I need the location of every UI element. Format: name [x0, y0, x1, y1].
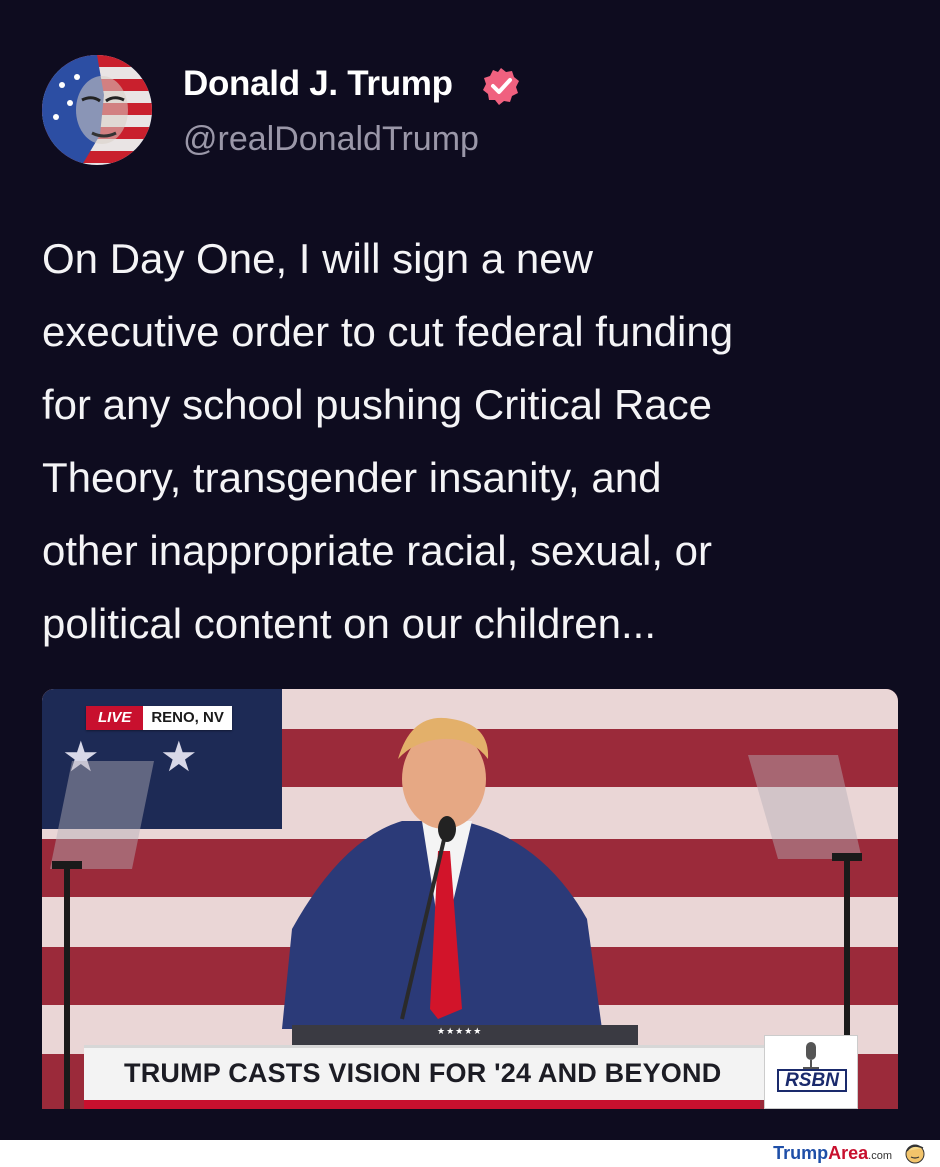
podium-stars: ★★★★★	[437, 1027, 483, 1037]
lower-third-bar	[84, 1100, 760, 1109]
rsbn-logo: RSBN	[764, 1035, 858, 1109]
post-card: Donald J. Trump @realDonaldTrump On Day …	[0, 0, 940, 1140]
live-badge: LIVE RENO, NV	[86, 706, 232, 730]
author-name[interactable]: Donald J. Trump	[183, 64, 453, 104]
news-headline: TRUMP CASTS VISION FOR '24 AND BEYOND	[124, 1058, 722, 1088]
news-lower-third: TRUMP CASTS VISION FOR '24 AND BEYOND	[84, 1045, 800, 1109]
post-text: On Day One, I will sign a new executive …	[42, 235, 734, 647]
rsbn-logo-text: RSBN	[777, 1069, 847, 1092]
live-label: LIVE	[86, 706, 144, 730]
microphone-icon	[803, 1042, 819, 1069]
verified-badge-icon	[483, 68, 519, 105]
watermark-trump: Trump	[773, 1143, 829, 1163]
post-video[interactable]: ★ ★ LIVE RENO, NV ★★★★★ TRUMP CASTS VISI…	[42, 689, 898, 1109]
footer-bar: TrumpArea.com	[0, 1140, 940, 1167]
trump-face-icon	[905, 1144, 925, 1164]
watermark-area: Area	[828, 1143, 869, 1163]
author-handle[interactable]: @realDonaldTrump	[183, 120, 479, 159]
location-label: RENO, NV	[143, 706, 232, 730]
author-avatar[interactable]	[42, 55, 152, 165]
site-watermark[interactable]: TrumpArea.com	[773, 1143, 892, 1164]
watermark-tld: .com	[868, 1150, 892, 1162]
avatar-image	[42, 55, 152, 165]
svg-text:★: ★	[160, 732, 198, 781]
